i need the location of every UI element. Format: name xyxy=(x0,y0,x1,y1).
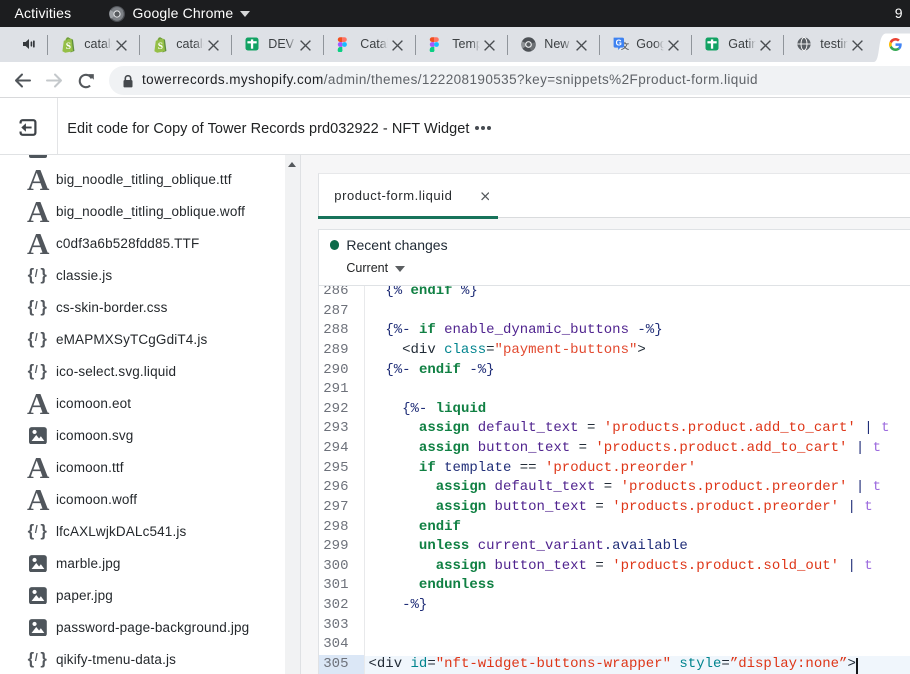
svg-text:S: S xyxy=(65,41,70,51)
svg-text:S: S xyxy=(157,41,162,51)
svg-text:G: G xyxy=(615,38,621,47)
